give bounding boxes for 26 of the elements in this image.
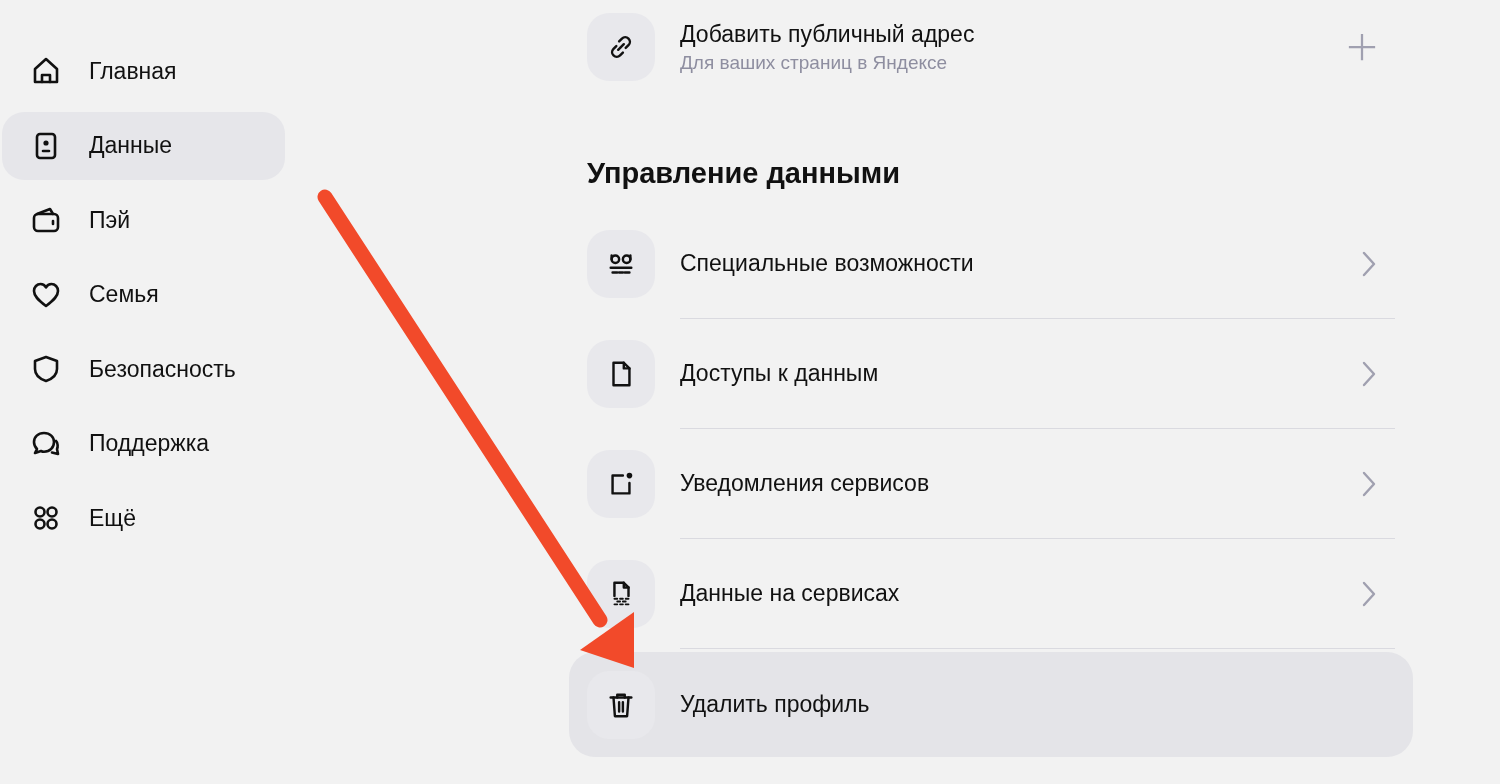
sidebar-item[interactable]: Пэй [2,186,285,254]
sidebar-item[interactable]: Безопасность [2,335,285,403]
settings-row[interactable]: Данные на сервисах [569,539,1413,648]
sidebar-item[interactable]: Семья [2,260,285,329]
sidebar-item[interactable]: Главная [2,37,285,105]
settings-row[interactable]: Уведомления сервисов [569,429,1413,538]
row-label: Доступы к данным [680,360,880,387]
chevron-icon [1361,579,1377,608]
settings-row[interactable]: Удалить профиль [569,652,1413,757]
row-label: Специальные возможности [680,250,975,277]
settings-row[interactable]: Доступы к данным [569,319,1413,428]
row-title: Добавить публичный адрес [680,20,976,48]
section-heading: Управление данными [587,156,902,191]
row-subtitle: Для ваших страниц в Яндексе [680,51,949,74]
row-label: Удалить профиль [680,691,871,718]
chevron-icon [1361,249,1377,278]
add-address-row[interactable]: Добавить публичный адрес Для ваших страниц в Яндексе [569,13,1413,81]
sidebar-item[interactable]: Ещё [2,484,285,552]
chevron-icon [1361,469,1377,498]
row-label: Уведомления сервисов [680,470,931,497]
sidebar-item[interactable]: Поддержка [2,409,285,478]
chevron-icon [1361,359,1377,388]
sidebar-item[interactable]: Данные [2,111,285,180]
row-label: Данные на сервисах [680,580,901,607]
plus-icon[interactable] [1347,32,1377,62]
settings-row[interactable]: Специальные возможности [569,209,1413,318]
